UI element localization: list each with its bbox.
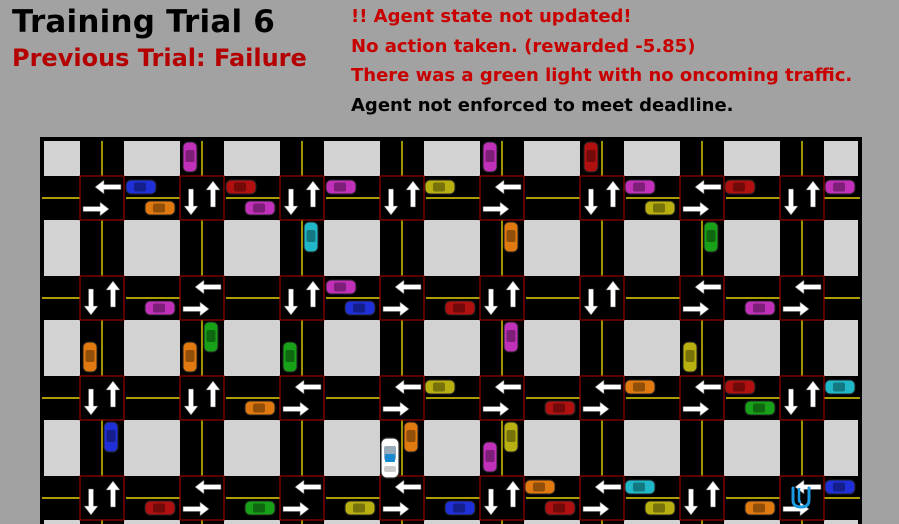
car [82,341,98,373]
car [624,479,656,495]
car [103,421,119,453]
car [203,321,219,353]
car [244,500,276,516]
road-border-top [40,137,862,141]
car [424,379,456,395]
car [144,500,176,516]
traffic-grid-world [40,137,862,524]
agent-car [380,437,400,479]
car [624,179,656,195]
car [682,341,698,373]
car [182,341,198,373]
car [824,379,856,395]
car [482,141,498,173]
car [583,141,599,173]
car [325,179,357,195]
car [544,500,576,516]
car [244,200,276,216]
car [244,400,276,416]
car [724,379,756,395]
car [344,500,376,516]
car [282,341,298,373]
car [225,179,257,195]
car [424,179,456,195]
agent-car [380,437,400,479]
car [182,141,198,173]
car [644,200,676,216]
car [644,500,676,516]
car [544,400,576,416]
car [303,221,319,253]
car [144,300,176,316]
car [824,479,856,495]
car [524,479,556,495]
car [503,321,519,353]
car [125,179,157,195]
car [703,221,719,253]
car [325,279,357,295]
car [744,300,776,316]
car [344,300,376,316]
car [503,421,519,453]
car [624,379,656,395]
car [403,421,419,453]
car [724,179,756,195]
car [482,441,498,473]
car [824,179,856,195]
car [503,221,519,253]
car [444,300,476,316]
car [744,500,776,516]
car [444,500,476,516]
car [144,200,176,216]
car [744,400,776,416]
